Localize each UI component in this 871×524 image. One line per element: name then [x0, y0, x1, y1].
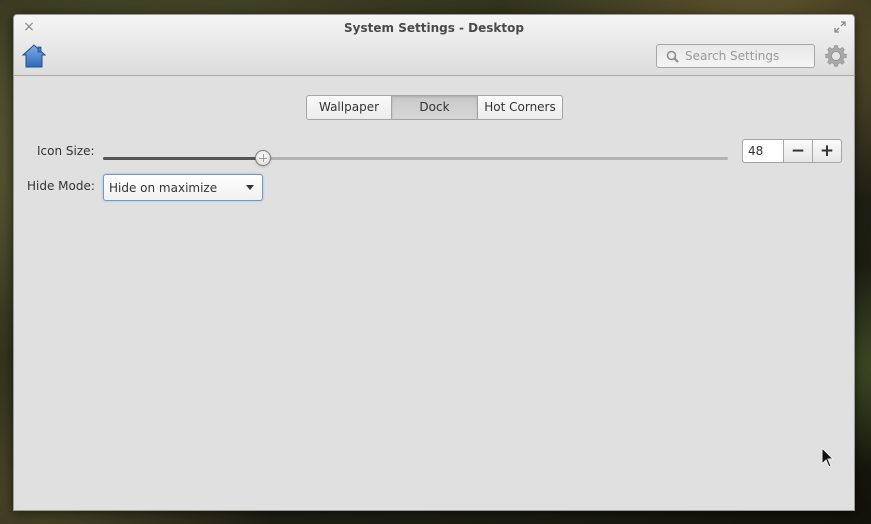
- icon-size-decrement-button[interactable]: −: [784, 139, 813, 163]
- tab-wallpaper[interactable]: Wallpaper: [307, 96, 392, 119]
- chevron-down-icon: [246, 185, 254, 190]
- titlebar: × System Settings - Desktop: [14, 15, 854, 76]
- home-button[interactable]: [21, 43, 47, 69]
- dock-settings-panel: Wallpaper Dock Hot Corners Icon Size: Hi…: [14, 76, 854, 510]
- icon-size-increment-button[interactable]: +: [813, 139, 842, 163]
- gear-icon: [825, 45, 847, 67]
- hide-mode-value: Hide on maximize: [109, 180, 218, 195]
- icon-size-label: Icon Size:: [37, 144, 95, 158]
- icon-size-spinbutton: 48 − +: [742, 139, 842, 163]
- search-input[interactable]: [685, 49, 805, 63]
- maximize-button[interactable]: [834, 21, 846, 33]
- search-icon: [666, 50, 679, 63]
- slider-fill: [103, 157, 263, 160]
- hide-mode-label: Hide Mode:: [27, 179, 95, 193]
- tab-hot-corners[interactable]: Hot Corners: [478, 96, 562, 119]
- settings-button[interactable]: [824, 44, 848, 68]
- tab-dock[interactable]: Dock: [392, 96, 478, 119]
- settings-window: × System Settings - Desktop Search Setti…: [13, 14, 855, 511]
- icon-size-slider[interactable]: [103, 148, 728, 168]
- maximize-icon: [834, 21, 846, 33]
- icon-size-value[interactable]: 48: [742, 139, 784, 163]
- section-switcher: Wallpaper Dock Hot Corners: [306, 95, 563, 120]
- hide-mode-dropdown[interactable]: Hide on maximize: [103, 174, 263, 201]
- home-icon: [21, 44, 47, 68]
- search-field[interactable]: [656, 44, 815, 68]
- slider-handle[interactable]: [255, 150, 271, 166]
- window-title: System Settings - Desktop: [344, 21, 524, 35]
- mouse-pointer-icon: [821, 447, 835, 468]
